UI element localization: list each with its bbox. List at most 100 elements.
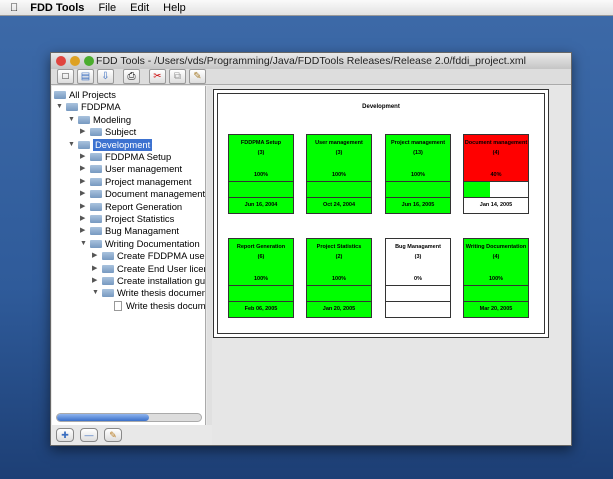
feature-set-card[interactable]: Project management (13) 100% Jun 16, 200… <box>385 134 451 214</box>
tree-item[interactable]: ▼ FDDPMA <box>56 101 121 113</box>
tree-item[interactable]: ▶ FDDPMA Setup <box>80 151 171 163</box>
card-name: FDDPMA Setup <box>240 140 282 146</box>
collapsed-triangle-icon[interactable]: ▶ <box>92 275 102 287</box>
expanded-triangle-icon[interactable]: ▼ <box>68 139 78 151</box>
tree-item-label: Report Generation <box>105 200 183 212</box>
tree-item[interactable]: ▶ Create FDDPMA user g <box>92 250 206 262</box>
card-name: Bug Managament <box>395 244 441 250</box>
tree-item[interactable]: ▶ Bug Managament <box>80 225 179 237</box>
menu-file[interactable]: File <box>98 2 116 14</box>
progress-bar <box>229 286 293 302</box>
card-name: Writing Documentation <box>465 244 527 250</box>
folder-icon <box>78 140 90 149</box>
expanded-triangle-icon[interactable]: ▼ <box>92 287 102 299</box>
close-button[interactable] <box>56 56 66 66</box>
folder-icon <box>54 91 66 99</box>
progress-bar <box>386 182 450 198</box>
expanded-triangle-icon[interactable]: ▼ <box>68 114 78 126</box>
card-count: (3) <box>335 150 343 156</box>
feature-set-card[interactable]: FDDPMA Setup (3) 100% Jun 16, 2004 <box>228 134 294 214</box>
feature-set-card[interactable]: Document management (4) 40% Jan 14, 2005 <box>463 134 529 214</box>
card-percent: 100% <box>331 276 347 282</box>
card-header: Report Generation (6) 100% <box>229 239 293 286</box>
card-count: (4) <box>492 150 500 156</box>
scroll-thumb[interactable] <box>57 414 149 421</box>
tree-item[interactable]: All Projects <box>54 89 116 101</box>
tree-item[interactable]: ▶ User management <box>80 163 182 175</box>
feature-set-card[interactable]: Bug Managament (3) 0% <box>385 238 451 318</box>
progress-fill <box>307 182 371 197</box>
copy-icon[interactable]: ⧉ <box>169 69 186 84</box>
collapsed-triangle-icon[interactable]: ▶ <box>80 188 90 200</box>
horizontal-scrollbar[interactable] <box>56 413 202 422</box>
apple-menu-icon[interactable]:  <box>10 2 18 14</box>
menu-edit[interactable]: Edit <box>130 2 149 14</box>
tree-item[interactable]: ▶ Create installation guid <box>92 275 205 287</box>
card-header: User management (3) 100% <box>307 135 371 182</box>
card-name: Project management <box>390 140 446 146</box>
feature-set-card[interactable]: User management (3) 100% Oct 24, 2004 <box>306 134 372 214</box>
tree-item[interactable]: ▶ Project Statistics <box>80 213 174 225</box>
diagram-title: Development <box>362 104 400 110</box>
print-icon[interactable]: ⎙ <box>123 69 140 84</box>
feature-set-card[interactable]: Report Generation (6) 100% Feb 06, 2005 <box>228 238 294 318</box>
app-menu[interactable]: FDD Tools <box>30 2 84 14</box>
tree-item[interactable]: ▼ Writing Documentation <box>80 238 200 250</box>
collapsed-triangle-icon[interactable]: ▶ <box>80 163 90 175</box>
feature-set-card[interactable]: Project Statistics (2) 100% Jan 20, 2005 <box>306 238 372 318</box>
tree-item[interactable]: ▶ Create End User licenc <box>92 263 205 275</box>
collapsed-triangle-icon[interactable]: ▶ <box>80 126 90 138</box>
card-date <box>386 302 450 317</box>
expanded-triangle-icon[interactable]: ▼ <box>56 101 66 113</box>
progress-bar <box>307 182 371 198</box>
collapsed-triangle-icon[interactable]: ▶ <box>80 225 90 237</box>
collapsed-triangle-icon[interactable]: ▶ <box>80 151 90 163</box>
zoom-button[interactable] <box>84 56 94 66</box>
tree-item-label: Create FDDPMA user g <box>117 250 206 262</box>
card-header: Writing Documentation (4) 100% <box>464 239 528 286</box>
expanded-triangle-icon[interactable]: ▼ <box>80 238 90 250</box>
menu-help[interactable]: Help <box>163 2 186 14</box>
add-icon[interactable]: ✚ <box>56 428 74 442</box>
menu-bar:  FDD Tools File Edit Help <box>0 0 613 16</box>
project-tree[interactable]: All Projects ▼ FDDPMA ▼ Modeling ▶ Subject ▼ Dev… <box>52 86 206 425</box>
tree-item[interactable]: ▶ Document management <box>80 188 205 200</box>
card-percent: 40% <box>490 172 502 178</box>
collapsed-triangle-icon[interactable]: ▶ <box>80 176 90 188</box>
card-header: Document management (4) 40% <box>464 135 528 182</box>
tree-item[interactable]: ▼ Modeling <box>68 114 131 126</box>
edit-icon[interactable]: ✎ <box>104 428 122 442</box>
collapsed-triangle-icon[interactable]: ▶ <box>80 213 90 225</box>
collapsed-triangle-icon[interactable]: ▶ <box>92 263 102 275</box>
progress-fill <box>464 286 528 301</box>
paste-icon[interactable]: ✎ <box>189 69 206 84</box>
folder-icon <box>102 264 114 273</box>
new-icon[interactable]: □ <box>57 69 74 84</box>
tree-item[interactable]: ▶ Project management <box>80 176 192 188</box>
tree-item[interactable]: ▼ Development <box>68 138 153 151</box>
feature-set-card[interactable]: Writing Documentation (4) 100% Mar 20, 2… <box>463 238 529 318</box>
minimize-button[interactable] <box>70 56 80 66</box>
folder-icon <box>90 239 102 248</box>
remove-icon[interactable]: — <box>80 428 98 442</box>
collapsed-triangle-icon[interactable]: ▶ <box>92 250 102 262</box>
progress-bar <box>307 286 371 302</box>
tree-item[interactable]: ▶ Subject <box>80 126 136 138</box>
tree-item-label: Modeling <box>93 113 132 125</box>
diagram-pane: Development FDDPMA Setup (3) 100% Jun 16… <box>212 86 571 445</box>
cut-icon[interactable]: ✂ <box>149 69 166 84</box>
tree-item-label: Project management <box>105 175 192 187</box>
tree-item[interactable]: Write thesis docume <box>104 300 205 312</box>
tree-item-label: User management <box>105 163 183 175</box>
tree-item[interactable]: ▼ Write thesis document <box>92 287 205 299</box>
card-date: Jun 16, 2005 <box>386 198 450 213</box>
folder-icon <box>102 252 114 261</box>
tree-item-label: All Projects <box>69 89 116 100</box>
card-date: Feb 06, 2005 <box>229 302 293 317</box>
tree-item[interactable]: ▶ Report Generation <box>80 201 182 213</box>
save-icon[interactable]: ⇩ <box>97 69 114 84</box>
open-icon[interactable]: ▤ <box>77 69 94 84</box>
card-percent: 0% <box>414 276 422 282</box>
progress-fill <box>386 182 450 197</box>
collapsed-triangle-icon[interactable]: ▶ <box>80 201 90 213</box>
